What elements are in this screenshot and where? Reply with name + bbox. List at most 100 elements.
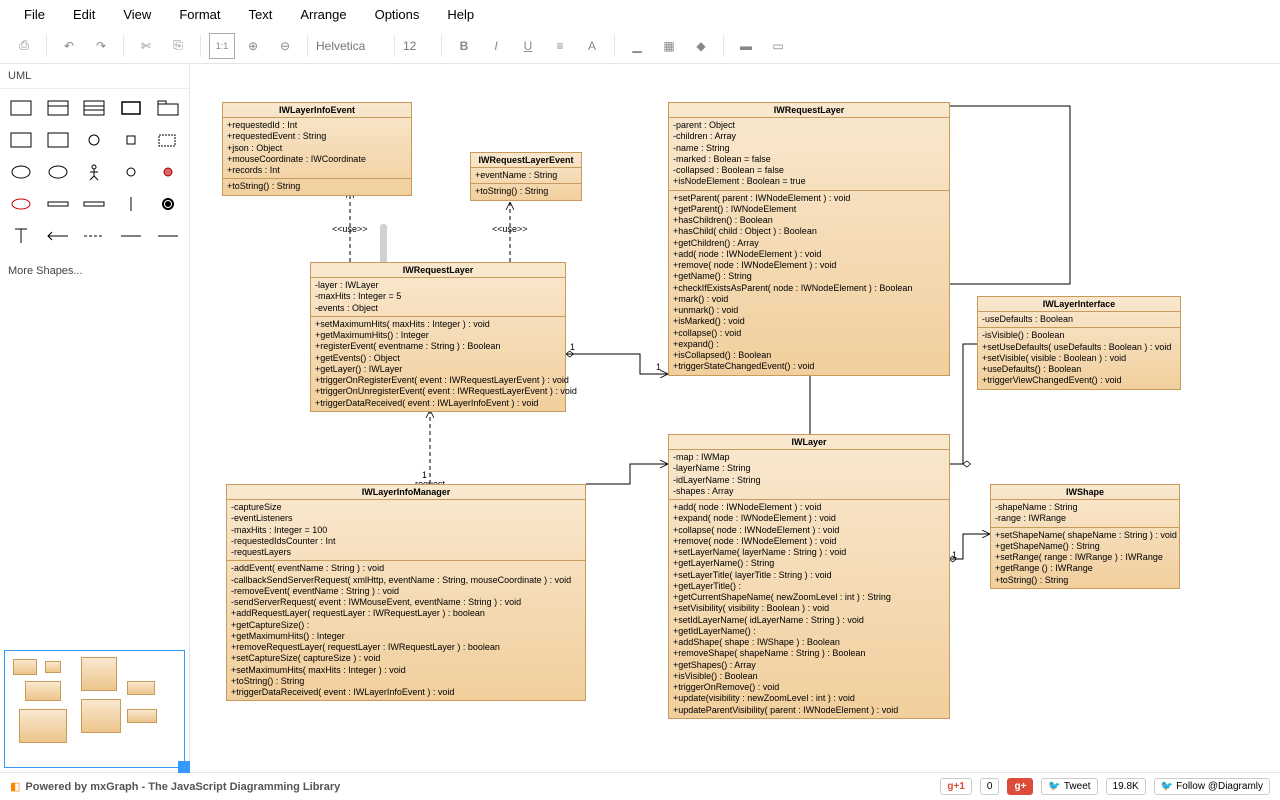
shape-usecase-icon[interactable] bbox=[6, 159, 37, 185]
class-iwrequestlayer-1[interactable]: IWRequestLayer -layer : IWLayer-maxHits … bbox=[310, 262, 566, 412]
class-member: -useDefaults : Boolean bbox=[982, 314, 1176, 325]
gplus-icon[interactable]: g+ bbox=[1007, 778, 1033, 795]
class-member: +update(visibility : newZoomLevel : int … bbox=[673, 693, 945, 704]
class-iwlayerinfomanager[interactable]: IWLayerInfoManager -captureSize-eventLis… bbox=[226, 484, 586, 701]
undo-icon[interactable]: ↶ bbox=[55, 33, 83, 59]
shape-port-icon[interactable] bbox=[116, 127, 147, 153]
shape-end-icon[interactable] bbox=[152, 191, 183, 217]
align-icon[interactable]: ≡ bbox=[546, 33, 574, 59]
menu-help[interactable]: Help bbox=[433, 3, 488, 26]
class-member: +setMaximumHits( maxHits : Integer ) : v… bbox=[231, 665, 581, 676]
fill-color-icon[interactable]: ▦ bbox=[655, 33, 683, 59]
class-member: +requestedId : Int bbox=[227, 120, 407, 131]
outline-panel[interactable] bbox=[4, 650, 185, 768]
zoom-in-icon[interactable]: ⊕ bbox=[239, 33, 267, 59]
class-member: -children : Array bbox=[673, 131, 945, 142]
line-color-icon[interactable]: ▁ bbox=[623, 33, 651, 59]
shape-line3-icon[interactable] bbox=[79, 223, 110, 249]
toolbar: ⎙ ↶ ↷ ✄ ⎘ 1:1 ⊕ ⊖ B I U ≡ A ▁ ▦ ◆ ▬ ▭ bbox=[0, 28, 1280, 64]
shape-activity-icon[interactable] bbox=[6, 191, 37, 217]
copy-icon[interactable]: ⎘ bbox=[164, 33, 192, 59]
menu-edit[interactable]: Edit bbox=[59, 3, 109, 26]
class-member: +setParent( parent : IWNodeElement ) : v… bbox=[673, 193, 945, 204]
shadow-icon[interactable]: ▬ bbox=[732, 33, 760, 59]
menu-view[interactable]: View bbox=[109, 3, 165, 26]
gplus-one-button[interactable]: g+1 bbox=[940, 778, 972, 795]
class-member: +getParent() : IWNodeElement bbox=[673, 204, 945, 215]
class-member: +setCaptureSize( captureSize ) : void bbox=[231, 653, 581, 664]
shape-line5-icon[interactable] bbox=[152, 223, 183, 249]
fit-icon[interactable]: 1:1 bbox=[209, 33, 235, 59]
class-member: +toString() : String bbox=[475, 186, 577, 197]
shape-class3-icon[interactable] bbox=[79, 95, 110, 121]
tweet-button[interactable]: 🐦Tweet bbox=[1041, 778, 1097, 795]
class-member: +add( node : IWNodeElement ) : void bbox=[673, 502, 945, 513]
class-member: +triggerViewChangedEvent() : void bbox=[982, 375, 1176, 386]
shape-line4-icon[interactable] bbox=[116, 223, 147, 249]
class-title: IWShape bbox=[991, 485, 1179, 500]
shape-node-icon[interactable] bbox=[152, 127, 183, 153]
font-color-icon[interactable]: A bbox=[578, 33, 606, 59]
class-member: +requestedEvent : String bbox=[227, 131, 407, 142]
palette-body bbox=[0, 89, 189, 255]
shape-component-icon[interactable] bbox=[116, 95, 147, 121]
shape-line1-icon[interactable] bbox=[6, 223, 37, 249]
class-member: +removeShape( shapeName : String ) : Boo… bbox=[673, 648, 945, 659]
class-member: +toString() : String bbox=[995, 575, 1175, 586]
class-iwrequestlayer-2[interactable]: IWRequestLayer -parent : Object-children… bbox=[668, 102, 950, 376]
class-iwshape[interactable]: IWShape -shapeName : String-range : IWRa… bbox=[990, 484, 1180, 589]
menu-options[interactable]: Options bbox=[361, 3, 434, 26]
shape-fork-icon[interactable] bbox=[43, 191, 74, 217]
shape-interface-icon[interactable] bbox=[79, 127, 110, 153]
class-iwrequestlayerevent[interactable]: IWRequestLayerEvent +eventName : String … bbox=[470, 152, 582, 201]
gradient-icon[interactable]: ◆ bbox=[687, 33, 715, 59]
menu-arrange[interactable]: Arrange bbox=[286, 3, 360, 26]
cut-icon[interactable]: ✄ bbox=[132, 33, 160, 59]
font-size-input[interactable] bbox=[403, 39, 433, 53]
class-member: +collapse( node : IWNodeElement ) : void bbox=[673, 525, 945, 536]
italic-icon[interactable]: I bbox=[482, 33, 510, 59]
shape-line2-icon[interactable] bbox=[43, 223, 74, 249]
edge-label-use1: <<use>> bbox=[332, 224, 368, 234]
menu-text[interactable]: Text bbox=[234, 3, 286, 26]
shape-class2-icon[interactable] bbox=[43, 95, 74, 121]
powered-by-text: Powered by mxGraph - The JavaScript Diag… bbox=[25, 781, 340, 793]
class-title: IWLayerInfoEvent bbox=[223, 103, 411, 118]
shape-note-icon[interactable] bbox=[6, 127, 37, 153]
menu-file[interactable]: File bbox=[10, 3, 59, 26]
shape-class-icon[interactable] bbox=[6, 95, 37, 121]
class-iwlayer[interactable]: IWLayer -map : IWMap-layerName : String-… bbox=[668, 434, 950, 719]
class-member: +getLayerName() : String bbox=[673, 558, 945, 569]
shape-state-icon[interactable] bbox=[152, 159, 183, 185]
follow-button[interactable]: 🐦Follow @Diagramly bbox=[1154, 778, 1270, 795]
menu-format[interactable]: Format bbox=[165, 3, 234, 26]
class-member: -parent : Object bbox=[673, 120, 945, 131]
underline-icon[interactable]: U bbox=[514, 33, 542, 59]
layout-icon[interactable]: ▭ bbox=[764, 33, 792, 59]
canvas[interactable]: <<use>> <<use>> 1 1 1 request 1 IWLayerI… bbox=[190, 64, 1280, 772]
class-member: +mouseCoordinate : IWCoordinate bbox=[227, 154, 407, 165]
zoom-out-icon[interactable]: ⊖ bbox=[271, 33, 299, 59]
class-member: +hasChild( child : Object ) : Boolean bbox=[673, 226, 945, 237]
shape-actor-icon[interactable] bbox=[79, 159, 110, 185]
class-member: +mark() : void bbox=[673, 294, 945, 305]
shape-decision-icon[interactable] bbox=[116, 191, 147, 217]
shape-join-icon[interactable] bbox=[79, 191, 110, 217]
font-family-input[interactable] bbox=[316, 39, 386, 53]
class-member: +getIdLayerName() : bbox=[673, 626, 945, 637]
palette-header[interactable]: UML bbox=[0, 64, 189, 89]
more-shapes-link[interactable]: More Shapes... bbox=[0, 255, 189, 287]
shape-icon-12[interactable] bbox=[43, 159, 74, 185]
class-iwlayerinterface[interactable]: IWLayerInterface -useDefaults : Boolean … bbox=[977, 296, 1181, 390]
shape-start-icon[interactable] bbox=[116, 159, 147, 185]
shape-object-icon[interactable] bbox=[43, 127, 74, 153]
class-member: +getMaximumHits() : Integer bbox=[231, 631, 581, 642]
print-icon[interactable]: ⎙ bbox=[10, 33, 38, 59]
bold-icon[interactable]: B bbox=[450, 33, 478, 59]
redo-icon[interactable]: ↷ bbox=[87, 33, 115, 59]
shape-package-icon[interactable] bbox=[152, 95, 183, 121]
class-member: +add( node : IWNodeElement ) : void bbox=[673, 249, 945, 260]
class-member: +json : Object bbox=[227, 143, 407, 154]
class-member: -shapeName : String bbox=[995, 502, 1175, 513]
class-iwlayerinfoevent[interactable]: IWLayerInfoEvent +requestedId : Int+requ… bbox=[222, 102, 412, 196]
